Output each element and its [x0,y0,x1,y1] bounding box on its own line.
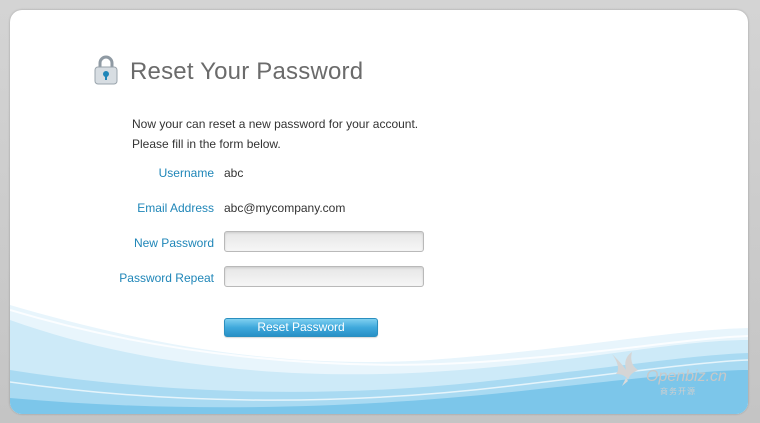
new-password-field[interactable] [224,231,424,252]
lock-icon [94,55,118,85]
brand-name: Openbiz.cn [646,368,727,385]
password-repeat-field[interactable] [224,266,424,287]
email-label: Email Address [137,201,214,215]
intro-line-1: Now your can reset a new password for yo… [132,117,419,131]
username-value: abc [224,166,244,180]
reset-password-panel: Reset Your Password Now your can reset a… [10,10,748,414]
brand-logo: Openbiz.cn 商务开源 [608,348,748,398]
email-value: abc@mycompany.com [224,201,346,215]
username-label: Username [158,166,214,180]
bird-logo-icon [612,352,638,386]
reset-password-button[interactable]: Reset Password [224,318,378,337]
password-repeat-label: Password Repeat [119,271,214,285]
window-frame: Reset Your Password Now your can reset a… [0,0,760,423]
new-password-label: New Password [133,236,214,250]
intro-text: Now your can reset a new password for yo… [132,114,418,154]
intro-line-2: Please fill in the form below. [132,137,281,151]
page-title: Reset Your Password [130,58,364,85]
brand-subtitle: 商务开源 [660,387,696,396]
